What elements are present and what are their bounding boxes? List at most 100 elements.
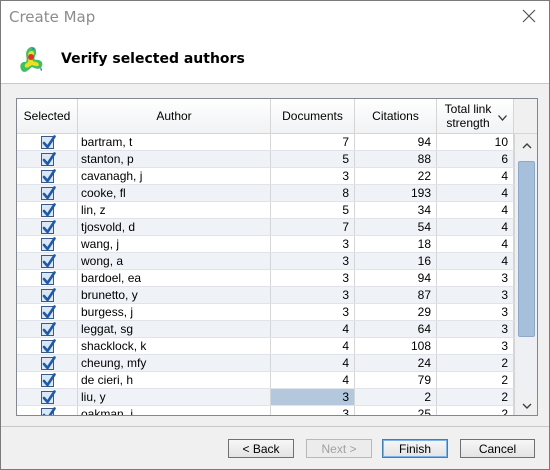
- table-body: bartram, t 7 94 10 stanton, p 5 88 6 cavanagh, j…: [17, 134, 514, 415]
- author-cell: lin, z: [78, 202, 271, 218]
- column-header-documents[interactable]: Documents: [271, 99, 355, 133]
- documents-cell: 4: [271, 338, 355, 354]
- checkmark-icon: [42, 151, 56, 165]
- selected-cell: [17, 406, 78, 415]
- total-link-strength-cell: 3: [437, 270, 514, 286]
- citations-cell: 88: [355, 151, 437, 167]
- author-select-checkbox[interactable]: [40, 389, 56, 404]
- documents-cell: 4: [271, 372, 355, 388]
- citations-cell: 64: [355, 321, 437, 337]
- table-row[interactable]: brunetto, y 3 87 3: [17, 287, 514, 304]
- author-select-checkbox[interactable]: [40, 338, 56, 353]
- column-header-citations-label: Citations: [372, 109, 419, 123]
- documents-cell: 5: [271, 202, 355, 218]
- column-header-selected[interactable]: Selected: [17, 99, 78, 133]
- table-row[interactable]: de cieri, h 4 79 2: [17, 372, 514, 389]
- scroll-up-button[interactable]: [516, 135, 537, 155]
- table-row[interactable]: wang, j 3 18 4: [17, 236, 514, 253]
- selected-cell: [17, 355, 78, 371]
- author-select-checkbox[interactable]: [40, 168, 56, 183]
- total-link-strength-cell: 4: [437, 253, 514, 269]
- next-button[interactable]: Next >: [306, 439, 372, 458]
- checkmark-icon: [42, 202, 56, 216]
- author-select-checkbox[interactable]: [40, 270, 56, 285]
- table-row[interactable]: bardoel, ea 3 94 3: [17, 270, 514, 287]
- create-map-dialog: Create Map Verify selected authors Selec…: [0, 0, 550, 470]
- total-link-strength-cell: 3: [437, 287, 514, 303]
- author-select-checkbox[interactable]: [40, 151, 56, 166]
- author-cell: wong, a: [78, 253, 271, 269]
- author-select-checkbox[interactable]: [40, 219, 56, 234]
- scroll-down-button[interactable]: [516, 395, 537, 415]
- author-select-checkbox[interactable]: [40, 236, 56, 251]
- author-select-checkbox[interactable]: [40, 406, 56, 415]
- table-row[interactable]: wong, a 3 16 4: [17, 253, 514, 270]
- author-select-checkbox[interactable]: [40, 321, 56, 336]
- checkmark-icon: [42, 338, 56, 352]
- author-select-checkbox[interactable]: [40, 304, 56, 319]
- total-link-strength-cell: 10: [437, 134, 514, 150]
- author-select-checkbox[interactable]: [40, 202, 56, 217]
- table-row[interactable]: stanton, p 5 88 6: [17, 151, 514, 168]
- author-cell: wang, j: [78, 236, 271, 252]
- column-header-total-link-strength[interactable]: Total link strength: [437, 99, 514, 133]
- cancel-button[interactable]: Cancel: [460, 439, 535, 458]
- table-row[interactable]: tjosvold, d 7 54 4: [17, 219, 514, 236]
- scroll-corner: [514, 99, 537, 134]
- documents-cell: 3: [271, 304, 355, 320]
- finish-button[interactable]: Finish: [382, 439, 448, 458]
- author-cell: cavanagh, j: [78, 168, 271, 184]
- citations-cell: 94: [355, 134, 437, 150]
- table-row[interactable]: cooke, fl 8 193 4: [17, 185, 514, 202]
- checkmark-icon: [42, 270, 56, 284]
- documents-cell: 3: [271, 389, 355, 405]
- citations-cell: 25: [355, 406, 437, 415]
- author-cell: stanton, p: [78, 151, 271, 167]
- table-row[interactable]: leggat, sg 4 64 3: [17, 321, 514, 338]
- back-button[interactable]: < Back: [228, 439, 294, 458]
- chevron-up-icon: [522, 138, 532, 152]
- table-row[interactable]: oakman, j 3 25 2: [17, 406, 514, 415]
- author-select-checkbox[interactable]: [40, 287, 56, 302]
- citations-cell: 54: [355, 219, 437, 235]
- author-cell: cheung, mfy: [78, 355, 271, 371]
- total-link-strength-cell: 4: [437, 168, 514, 184]
- vertical-scrollbar[interactable]: [514, 134, 537, 415]
- table-row[interactable]: cheung, mfy 4 24 2: [17, 355, 514, 372]
- column-header-author[interactable]: Author: [78, 99, 271, 133]
- column-header-tls-line2: strength: [446, 116, 490, 130]
- header-panel: Verify selected authors: [1, 33, 549, 84]
- close-button[interactable]: [515, 5, 543, 29]
- citations-cell: 24: [355, 355, 437, 371]
- author-select-checkbox[interactable]: [40, 355, 56, 370]
- scroll-thumb[interactable]: [518, 161, 535, 337]
- table-row[interactable]: cavanagh, j 3 22 4: [17, 168, 514, 185]
- column-header-documents-label: Documents: [282, 109, 343, 123]
- author-select-checkbox[interactable]: [40, 372, 56, 387]
- author-cell: tjosvold, d: [78, 219, 271, 235]
- column-header-total-link-strength-label: Total link strength: [445, 102, 492, 130]
- checkmark-icon: [42, 304, 56, 318]
- table-row[interactable]: lin, z 5 34 4: [17, 202, 514, 219]
- table-row[interactable]: bartram, t 7 94 10: [17, 134, 514, 151]
- documents-cell: 7: [271, 134, 355, 150]
- citations-cell: 18: [355, 236, 437, 252]
- checkmark-icon: [42, 372, 56, 386]
- total-link-strength-cell: 2: [437, 406, 514, 415]
- author-select-checkbox[interactable]: [40, 253, 56, 268]
- column-header-citations[interactable]: Citations: [355, 99, 437, 133]
- close-icon: [522, 9, 536, 26]
- title-bar: Create Map: [1, 1, 549, 33]
- table-row[interactable]: shacklock, k 4 108 3: [17, 338, 514, 355]
- column-header-tls-line1: Total link: [444, 102, 492, 116]
- selected-cell: [17, 287, 78, 303]
- citations-cell: 193: [355, 185, 437, 201]
- author-cell: oakman, j: [78, 406, 271, 415]
- header-title: Verify selected authors: [61, 51, 245, 67]
- table-row[interactable]: burgess, j 3 29 3: [17, 304, 514, 321]
- total-link-strength-cell: 3: [437, 321, 514, 337]
- selected-cell: [17, 372, 78, 388]
- table-row[interactable]: liu, y322: [17, 389, 514, 406]
- author-select-checkbox[interactable]: [40, 185, 56, 200]
- author-select-checkbox[interactable]: [40, 134, 56, 149]
